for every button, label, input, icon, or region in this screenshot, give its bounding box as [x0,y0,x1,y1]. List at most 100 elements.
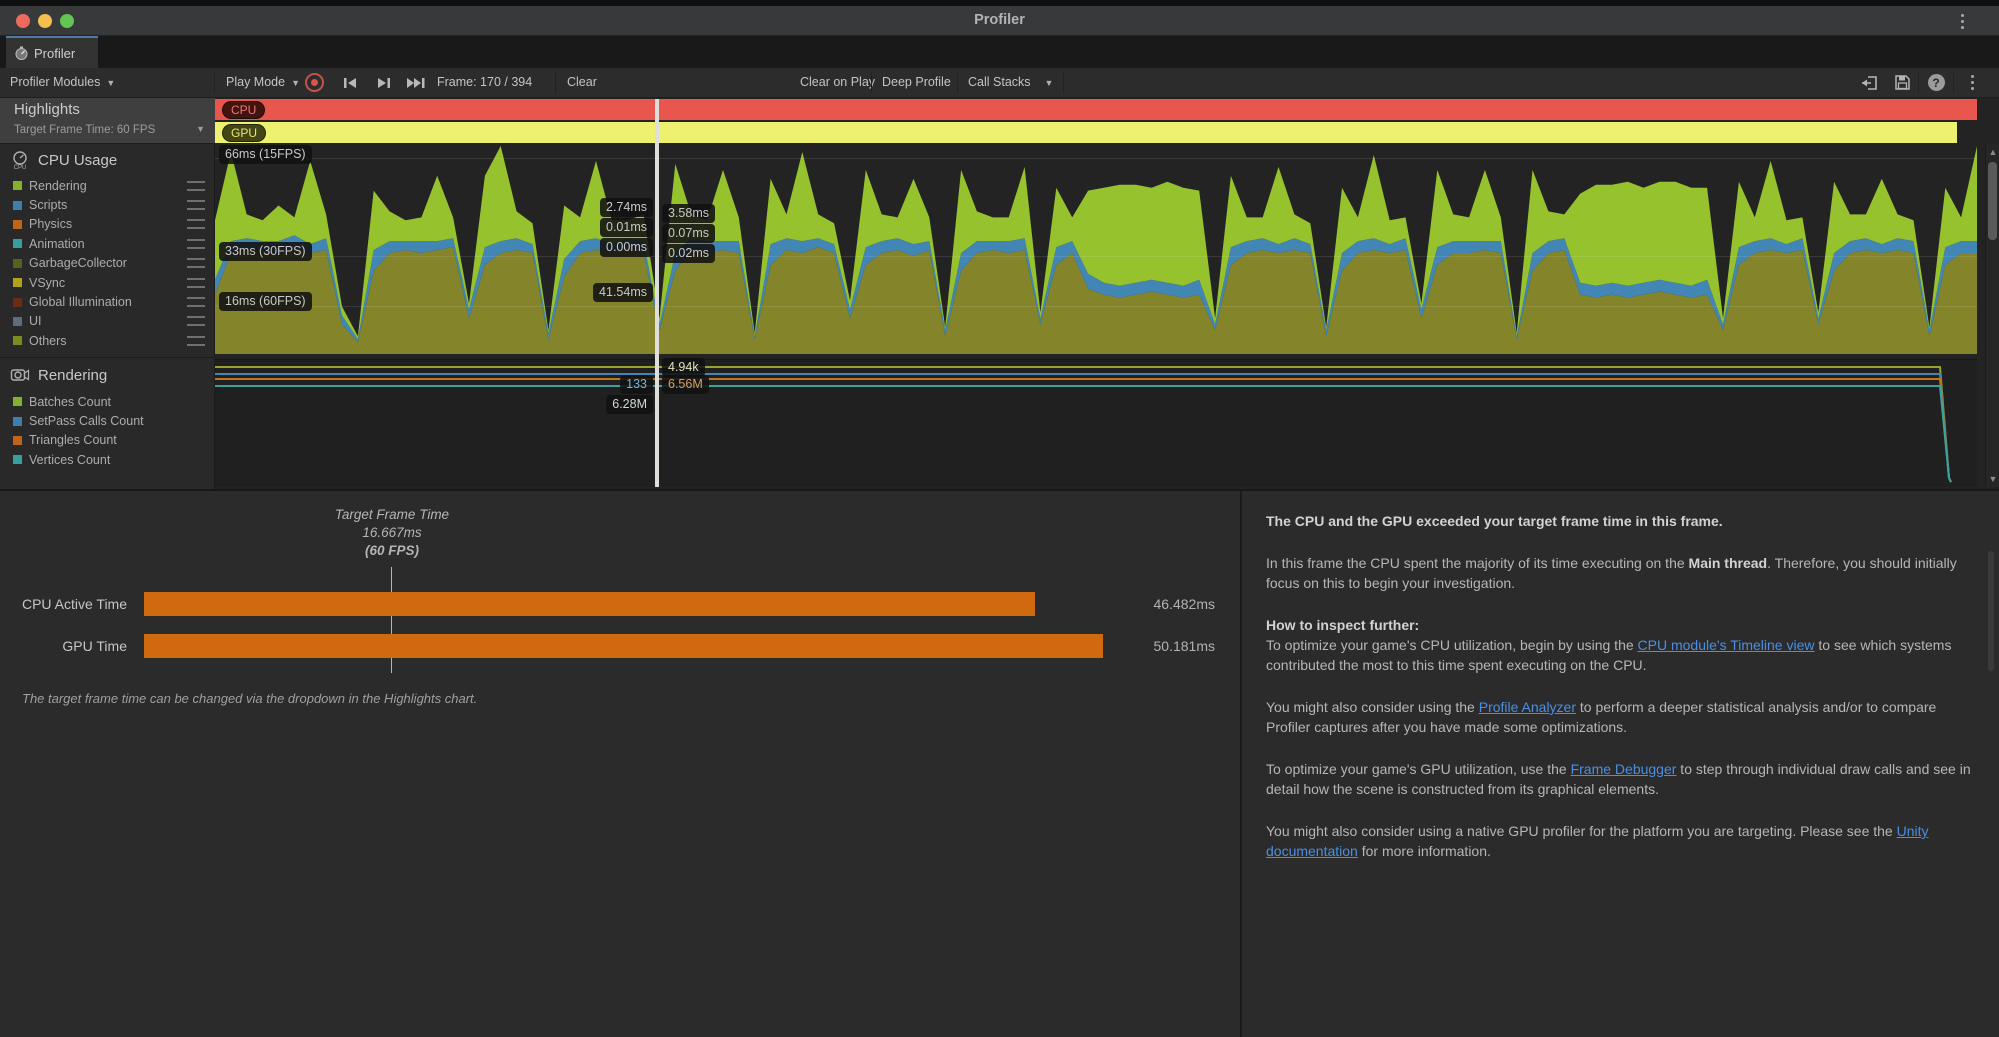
scroll-up-icon[interactable]: ▲ [1986,147,1999,157]
rendering-legend-item-setpass-calls-count[interactable]: SetPass Calls Count [0,411,215,430]
cpu-legend-item-rendering[interactable]: Rendering [0,176,215,195]
frame-value-rendering-left: 2.74ms [600,198,653,217]
cpu-legend-item-vsync[interactable]: VSync [0,273,215,292]
chevron-down-icon: ▼ [106,78,115,88]
drag-handle-icon[interactable] [187,239,205,249]
chevron-down-icon: ▼ [196,124,205,134]
tab-profiler[interactable]: Profiler [6,36,98,68]
cpu-legend-item-animation[interactable]: Animation [0,234,215,253]
cpu-active-time-bar [144,592,1035,616]
target-frame-time-dropdown[interactable]: Target Frame Time: 60 FPS [14,124,155,136]
clear-button[interactable]: Clear [567,68,597,97]
last-frame-button[interactable] [402,71,430,94]
legend-color-swatch [13,298,22,307]
charts-vertical-scrollbar[interactable]: ▲ ▼ [1985,144,1999,487]
cpu-legend-item-physics[interactable]: Physics [0,215,215,234]
cpu-legend-item-others[interactable]: Others [0,331,215,350]
next-frame-button[interactable] [370,71,398,94]
cpu-legend-item-scripts[interactable]: Scripts [0,195,215,214]
legend-label: Batches Count [29,395,215,409]
setpass-calls-value: 133 [620,375,653,394]
body-text: In this frame the CPU spent the majority… [1266,555,1689,571]
charts-area[interactable]: CPU GPU 66ms (15FPS) 33ms (30FPS) 16ms (… [215,98,1985,489]
drag-handle-icon[interactable] [187,336,205,346]
legend-color-swatch [13,259,22,268]
drag-handle-icon[interactable] [187,316,205,326]
legend-label: GarbageCollector [29,256,187,270]
sidebar-item-rendering[interactable]: Rendering [10,366,107,384]
drag-handle-icon[interactable] [187,278,205,288]
record-button[interactable] [300,71,328,94]
cpu-legend-item-ui[interactable]: UI [0,312,215,331]
legend-color-swatch [13,397,22,406]
cpu-highlight-bar[interactable]: CPU [215,99,1977,120]
scrollbar-thumb[interactable] [1988,162,1997,240]
sidebar-divider [0,357,215,358]
target-frame-time-block: Target Frame Time 16.667ms (60 FPS) [292,506,492,560]
gpu-bar-badge: GPU [222,124,266,142]
help-button[interactable]: ? [1922,71,1950,94]
target-frame-time-note: The target frame time can be changed via… [22,691,477,706]
cpu-legend-item-garbagecollector[interactable]: GarbageCollector [0,254,215,273]
legend-label: Triangles Count [29,433,215,447]
cpu-bar-badge: CPU [222,101,265,119]
toolbar: Profiler Modules▼ Play Mode▼ [0,68,1999,98]
tab-label: Profiler [34,46,75,61]
deep-profile-toggle[interactable]: Deep Profile [882,68,951,97]
bold-text: How to inspect further: [1266,617,1419,633]
frame-advice-text: The CPU and the GPU exceeded your target… [1266,511,1982,883]
toolbar-separator [871,72,872,93]
legend-label: Animation [29,237,187,251]
skip-forward-icon [406,77,426,89]
chevron-down-icon: ▼ [1045,78,1054,88]
selected-frame-playhead[interactable] [655,99,659,487]
load-profile-button[interactable] [1855,71,1883,94]
cpu-active-time-value: 46.482ms [1105,596,1215,612]
rendering-counts-chart[interactable] [215,359,1977,487]
cpu-legend-item-global-illumination[interactable]: Global Illumination [0,292,215,311]
rendering-legend-item-triangles-count[interactable]: Triangles Count [0,431,215,450]
cpu-usage-chart[interactable] [215,144,1977,358]
drag-handle-icon[interactable] [187,297,205,307]
sidebar-item-highlights[interactable]: Highlights Target Frame Time: 60 FPS ▼ [0,98,215,144]
call-stacks-dropdown[interactable]: Call Stacks▼ [968,68,1053,97]
drag-handle-icon[interactable] [187,200,205,210]
legend-color-swatch [13,336,22,345]
link-cpu-module-s-timeline-view[interactable]: CPU module's Timeline view [1638,637,1815,653]
save-profile-button[interactable] [1888,71,1916,94]
window-kebab-menu-icon[interactable] [1958,11,1967,32]
gpu-time-value: 50.181ms [1105,638,1215,654]
rendering-legend-item-vertices-count[interactable]: Vertices Count [0,450,215,469]
play-mode-dropdown[interactable]: Play Mode▼ [226,68,300,97]
toolbar-kebab-menu[interactable] [1958,71,1986,94]
gridline-label-66ms: 66ms (15FPS) [219,145,312,164]
legend-label: UI [29,314,187,328]
details-scrollbar-thumb[interactable] [1988,551,1994,671]
link-frame-debugger[interactable]: Frame Debugger [1571,761,1677,777]
highlights-details-panel: Target Frame Time 16.667ms (60 FPS) CPU … [0,489,1999,1037]
body-text: To optimize your game's CPU utilization,… [1266,637,1638,653]
advice-paragraph-3: You might also consider using the Profil… [1266,697,1982,737]
link-profile-analyzer[interactable]: Profile Analyzer [1479,699,1576,715]
gridline-16ms [215,306,1977,307]
scroll-down-icon[interactable]: ▼ [1986,474,1999,484]
legend-label: Physics [29,217,187,231]
rendering-legend-item-batches-count[interactable]: Batches Count [0,392,215,411]
profiler-gauge-icon [14,46,29,61]
first-frame-button[interactable] [336,71,364,94]
gpu-highlight-bar[interactable]: GPU [215,122,1957,143]
profiler-modules-dropdown[interactable]: Profiler Modules▼ [10,68,115,97]
drag-handle-icon[interactable] [187,258,205,268]
advice-paragraph-1: In this frame the CPU spent the majority… [1266,553,1982,593]
drag-handle-icon[interactable] [187,219,205,229]
step-forward-icon [377,77,391,89]
skip-back-icon [343,77,357,89]
save-icon [1895,75,1910,90]
modules-sidebar: Highlights Target Frame Time: 60 FPS ▼ C… [0,98,215,489]
sidebar-item-cpu-usage[interactable]: CPU CPU Usage [10,150,117,170]
advice-heading: The CPU and the GPU exceeded your target… [1266,511,1982,531]
toolbar-separator [1918,72,1919,93]
drag-handle-icon[interactable] [187,181,205,191]
frame-total-time: 41.54ms [593,283,653,302]
clear-on-play-toggle[interactable]: Clear on Play [800,68,875,97]
